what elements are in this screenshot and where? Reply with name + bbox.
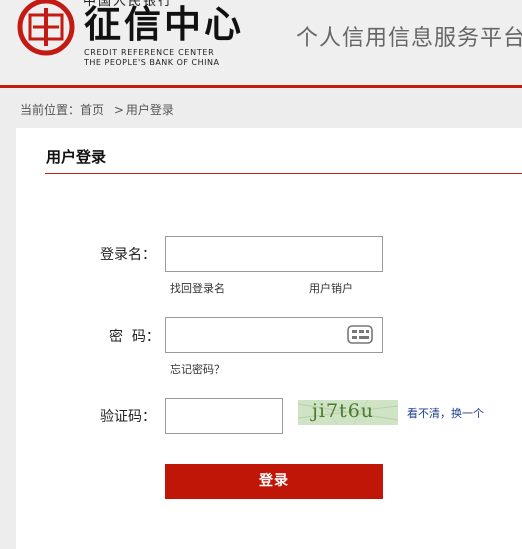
captcha-text: ji7t6u <box>312 400 375 422</box>
username-input[interactable] <box>165 236 383 272</box>
site-header: 中国人民银行 征信中心 CREDIT REFERENCE CENTER THE … <box>0 0 522 85</box>
captcha-input[interactable] <box>165 398 283 434</box>
logo-english-line2: THE PEOPLE'S BANK OF CHINA <box>84 58 220 67</box>
login-title: 用户登录 <box>46 148 107 166</box>
logo-english-line1: CREDIT REFERENCE CENTER <box>84 48 215 57</box>
title-divider <box>45 173 522 174</box>
platform-slogan: 个人信用信息服务平台 <box>296 26 522 51</box>
breadcrumb-separator: > <box>113 103 124 117</box>
captcha-image[interactable]: ji7t6u <box>298 400 398 425</box>
login-button[interactable]: 登录 <box>165 464 383 499</box>
login-panel: 用户登录 登录名： 找回登录名 用户销户 密 码： 忘记密码？ 验证码： ji7… <box>16 128 522 549</box>
find-username-link[interactable]: 找回登录名 <box>170 280 225 296</box>
refresh-captcha-link[interactable]: 看不清，换一个 <box>407 405 484 421</box>
breadcrumb-current: 用户登录 <box>125 103 174 117</box>
keyboard-icon[interactable] <box>347 325 373 344</box>
logo-title: 征信中心 <box>84 2 244 46</box>
captcha-label: 验证码： <box>100 409 156 425</box>
credit-center-seal-icon <box>17 0 75 56</box>
breadcrumb-home-link[interactable]: 首页 <box>80 103 104 117</box>
breadcrumb: 当前位置：首页 > 用户登录 <box>20 101 180 118</box>
breadcrumb-prefix: 当前位置： <box>20 103 81 117</box>
forgot-password-link[interactable]: 忘记密码？ <box>170 361 225 377</box>
username-label: 登录名： <box>100 247 156 263</box>
header-divider <box>0 85 522 88</box>
password-label: 密 码： <box>109 329 160 345</box>
password-input[interactable] <box>165 317 383 353</box>
cancel-account-link[interactable]: 用户销户 <box>309 280 353 296</box>
